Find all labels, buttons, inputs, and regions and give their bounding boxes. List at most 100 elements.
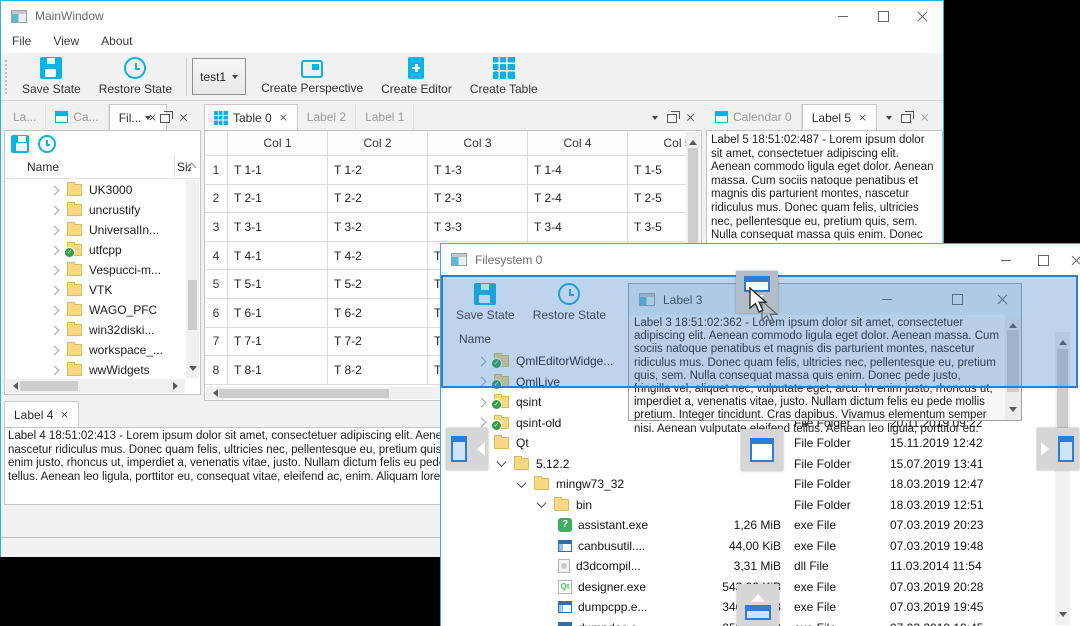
close-button[interactable] [1057, 246, 1080, 274]
expand-arrow-icon[interactable] [516, 477, 527, 488]
save-icon[interactable] [11, 135, 29, 153]
menu-about[interactable]: About [90, 30, 143, 52]
table-cell[interactable]: T 7-2 [328, 327, 428, 357]
tree-header[interactable]: Name Size [5, 156, 200, 179]
table-cell[interactable]: T 5-2 [328, 270, 428, 299]
maximize-button[interactable] [863, 2, 903, 30]
menu-view[interactable]: View [42, 30, 90, 52]
tree-item[interactable]: utfcpp [5, 240, 179, 260]
expand-arrow-icon[interactable] [476, 397, 487, 408]
close-icon[interactable] [686, 113, 695, 122]
menu-file[interactable]: File [1, 30, 42, 52]
expand-arrow-icon[interactable] [49, 345, 60, 355]
column-header[interactable]: Col 1 [228, 131, 328, 156]
close-icon[interactable] [920, 113, 929, 122]
fs-tree-item[interactable]: d3dcompil... 3,31 MiB dll File 11.03.2014 1… [441, 556, 1055, 577]
expand-arrow-icon[interactable] [49, 325, 60, 335]
minimize-button[interactable] [986, 246, 1026, 274]
table-cell[interactable]: T 2-4 [528, 184, 628, 214]
float-icon[interactable] [160, 111, 173, 123]
tab-label-5[interactable]: Label 5 [801, 104, 878, 130]
expand-arrow-icon[interactable] [49, 205, 60, 215]
tab-menu-icon[interactable] [145, 115, 151, 123]
expand-arrow-icon[interactable] [49, 225, 60, 235]
create-editor-button[interactable]: Create Editor [372, 54, 461, 99]
tab-la-[interactable]: La... [4, 104, 47, 130]
tab-ca-[interactable]: Ca... [46, 104, 109, 130]
table-cell[interactable]: T 2-2 [328, 184, 428, 214]
table-cell[interactable]: T 8-1 [228, 356, 328, 385]
tab-table-0[interactable]: Table 0 [204, 104, 298, 130]
column-header[interactable]: Col 3 [428, 131, 528, 156]
tree-item[interactable]: workspace_... [5, 340, 179, 360]
close-icon[interactable] [179, 113, 188, 122]
table-cell[interactable]: T 4-2 [328, 241, 428, 271]
restore-icon[interactable] [38, 135, 56, 153]
tree-item[interactable]: UniversalIn... [5, 220, 179, 240]
main-title-bar[interactable]: MainWindow [1, 1, 943, 31]
table-cell[interactable]: T 2-5 [628, 185, 687, 214]
table-cell[interactable]: T 2-3 [428, 184, 528, 214]
table-cell[interactable]: T 7-1 [228, 327, 328, 357]
table-cell[interactable]: T 3-5 [628, 213, 687, 242]
dock-indicator-bottom[interactable] [737, 584, 779, 626]
tab-menu-icon[interactable] [652, 115, 658, 123]
minimize-button[interactable] [823, 2, 863, 30]
perspective-combo[interactable]: test1 [192, 58, 247, 95]
table-cell[interactable]: T 3-2 [328, 213, 428, 242]
toolbar-handle[interactable] [4, 58, 9, 95]
tree-item[interactable]: Vespucci-m... [5, 260, 179, 280]
vertical-scrollbar[interactable] [186, 180, 199, 378]
table-cell[interactable]: T 8-2 [328, 356, 428, 385]
table-cell[interactable]: T 6-1 [228, 298, 328, 328]
create-perspective-button[interactable]: Create Perspective [252, 54, 372, 99]
table-cell[interactable]: T 1-5 [628, 156, 687, 185]
tab-close-icon[interactable] [61, 411, 69, 419]
expand-arrow-icon[interactable] [496, 457, 507, 468]
tree-item[interactable]: win32diski... [5, 320, 179, 340]
expand-arrow-icon[interactable] [49, 285, 60, 295]
fs-tree-item[interactable]: canbusutil.... 44,00 KiB exe File 07.03.201… [441, 536, 1055, 557]
column-header[interactable]: Col 2 [328, 131, 428, 156]
column-header-name[interactable]: Name [27, 160, 59, 174]
create-table-button[interactable]: Create Table [461, 54, 547, 99]
tab-label-1[interactable]: Label 1 [356, 104, 415, 130]
float-icon[interactable] [667, 111, 680, 123]
tree-item[interactable]: UK3000 [5, 180, 179, 200]
fs-tree-item[interactable]: mingw73_32 File Folder 18.03.2019 12:47 [441, 474, 1055, 495]
table-cell[interactable]: T 4-1 [228, 241, 328, 271]
table-cell[interactable]: T 3-3 [428, 213, 528, 242]
tree-item[interactable]: uncrustify [5, 200, 179, 220]
table-cell[interactable]: T 1-1 [228, 156, 328, 185]
tree-item[interactable]: VTK [5, 280, 179, 300]
fs-tree-item[interactable]: bin File Folder 18.03.2019 12:51 [441, 495, 1055, 516]
save-state-button[interactable]: Save State [13, 54, 90, 99]
table-cell[interactable]: T 2-1 [228, 184, 328, 214]
tab-calendar-0[interactable]: Calendar 0 [706, 104, 802, 130]
dock-indicator-right[interactable] [1037, 428, 1079, 470]
float-icon[interactable] [901, 111, 914, 123]
close-button[interactable] [903, 2, 943, 30]
expand-arrow-icon[interactable] [536, 498, 547, 509]
tab-label-2[interactable]: Label 2 [298, 104, 357, 130]
horizontal-scrollbar[interactable] [6, 379, 185, 393]
table-cell[interactable]: T 3-1 [228, 213, 328, 242]
expand-arrow-icon[interactable] [476, 417, 487, 428]
tab-close-icon[interactable] [859, 114, 867, 122]
expand-arrow-icon[interactable] [49, 305, 60, 315]
expand-arrow-icon[interactable] [49, 265, 60, 275]
dock-indicator-left[interactable] [446, 428, 488, 470]
restore-state-button[interactable]: Restore State [90, 54, 181, 99]
table-cell[interactable]: T 1-3 [428, 156, 528, 185]
column-header[interactable]: Col 5 [628, 131, 687, 156]
table-cell[interactable]: T 1-2 [328, 156, 428, 185]
expand-arrow-icon[interactable] [49, 245, 60, 255]
table-cell[interactable]: T 3-4 [528, 213, 628, 242]
tree-item[interactable]: WAGO_PFC [5, 300, 179, 320]
table-cell[interactable]: T 1-4 [528, 156, 628, 185]
tab-label-4[interactable]: Label 4 [4, 401, 80, 427]
column-header[interactable]: Col 4 [528, 131, 628, 156]
tab-menu-icon[interactable] [886, 115, 892, 123]
table-cell[interactable]: T 5-1 [228, 270, 328, 299]
tab-close-icon[interactable] [279, 114, 287, 122]
